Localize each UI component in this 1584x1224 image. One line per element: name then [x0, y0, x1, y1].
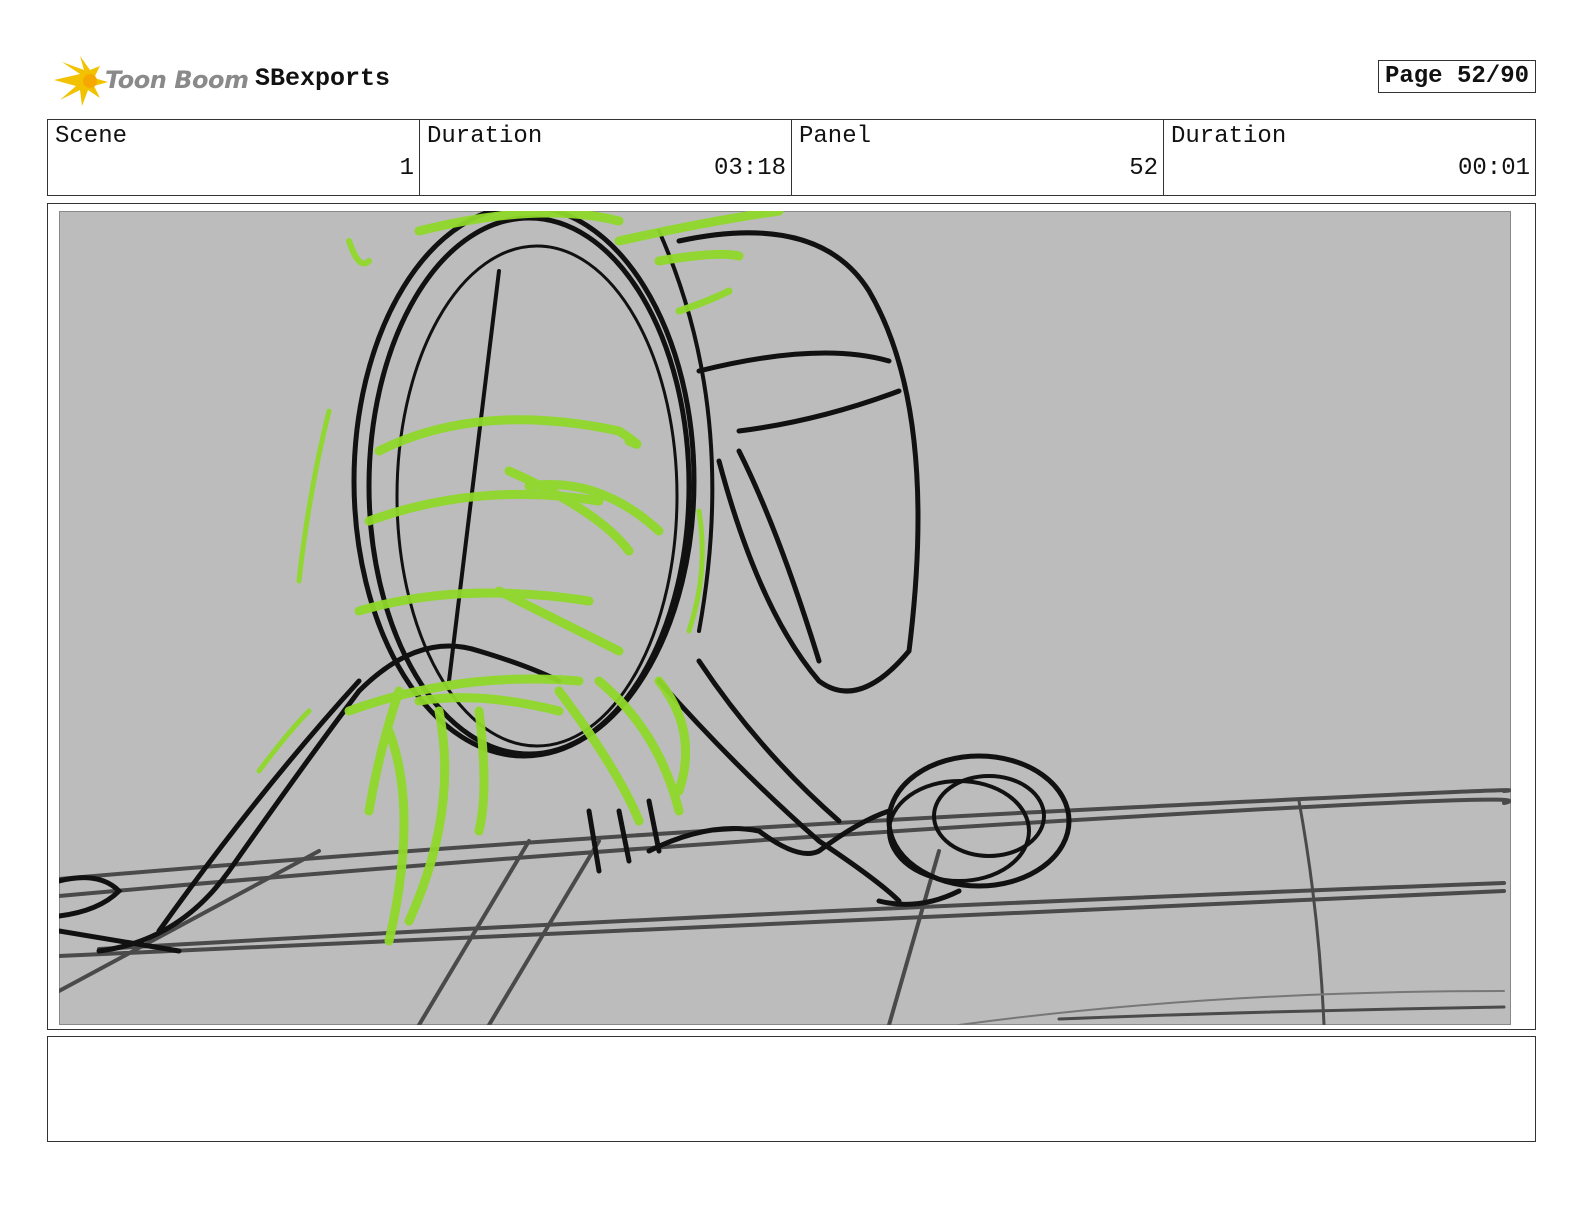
panel-notes-box [47, 1036, 1536, 1142]
scene-duration-value: 03:18 [713, 155, 786, 182]
flame-icon [54, 56, 108, 106]
scene-cell: Scene 1 [48, 120, 420, 195]
panel-value: 52 [1129, 155, 1158, 182]
toon-boom-logo: Toon Boom [50, 56, 249, 106]
page-indicator: Page 52/90 [1377, 60, 1536, 93]
panel-info-table: Scene 1 Duration 03:18 Panel 52 Duration… [47, 119, 1536, 196]
project-title: SBexports [255, 64, 391, 93]
page-header: Toon Boom SBexports Page 52/90 [50, 52, 1536, 112]
panel-duration-cell: Duration 00:01 [1164, 120, 1535, 195]
storyboard-panel-frame [47, 203, 1536, 1030]
storyboard-sketch [59, 211, 1511, 1025]
scene-label: Scene [55, 123, 128, 150]
panel-duration-label: Duration [1171, 123, 1287, 150]
panel-label: Panel [799, 123, 872, 150]
panel-duration-value: 00:01 [1457, 155, 1530, 182]
scene-duration-cell: Duration 03:18 [420, 120, 792, 195]
sketch-background [59, 211, 1511, 1025]
logo-text: Toon Boom [105, 66, 249, 94]
scene-duration-label: Duration [427, 123, 543, 150]
panel-cell: Panel 52 [792, 120, 1164, 195]
scene-value: 1 [399, 155, 414, 182]
